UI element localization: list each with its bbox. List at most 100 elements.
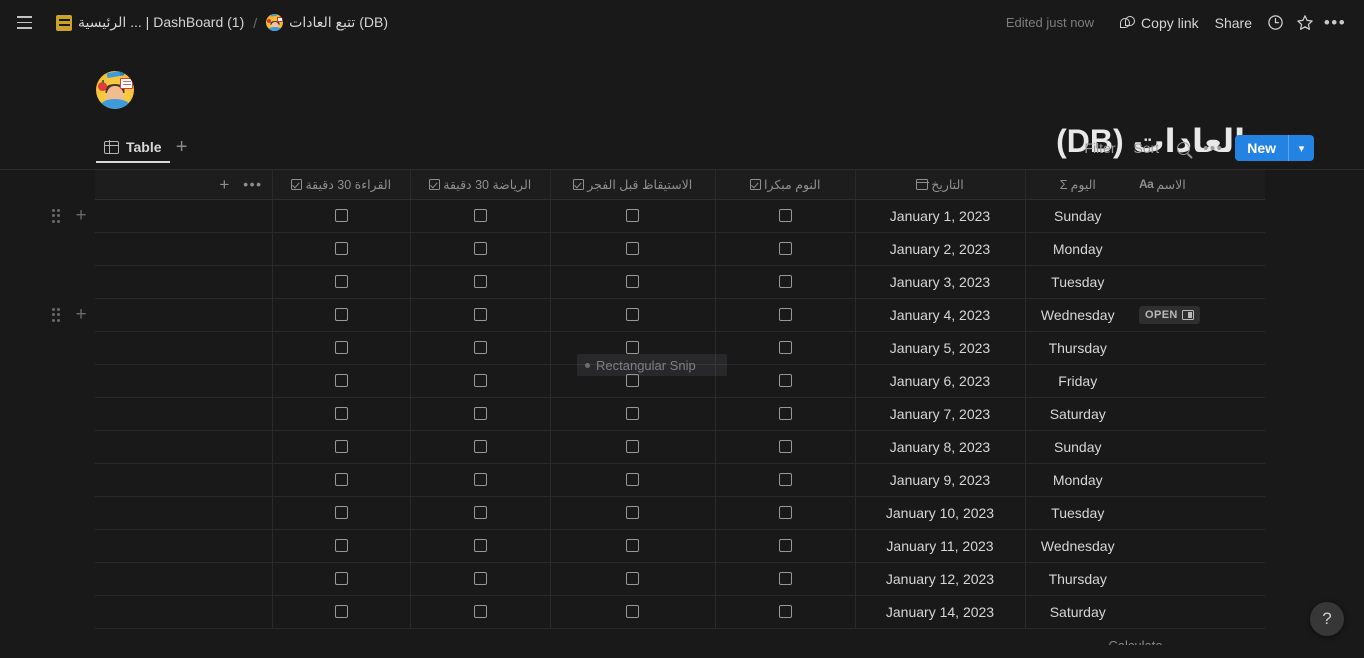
cell-wake[interactable] <box>550 430 715 463</box>
column-header-date[interactable]: التاريخ <box>855 170 1025 199</box>
cell-date[interactable]: January 9, 2023 <box>855 463 1025 496</box>
table-row[interactable]: SundayJanuary 1, 2023 <box>95 199 1265 232</box>
cell-sport[interactable] <box>410 298 550 331</box>
edited-status[interactable]: Edited just now <box>1000 12 1100 33</box>
cell-reading[interactable] <box>272 199 410 232</box>
cell-sleep[interactable] <box>715 430 855 463</box>
table-row[interactable]: ThursdayJanuary 5, 2023 <box>95 331 1265 364</box>
cell-wake[interactable] <box>550 265 715 298</box>
cell-name[interactable] <box>1130 265 1265 298</box>
cell-reading[interactable] <box>272 529 410 562</box>
cell-sleep[interactable] <box>715 529 855 562</box>
cell-reading[interactable] <box>272 595 410 628</box>
cell-wake[interactable] <box>550 529 715 562</box>
checkbox-wake[interactable] <box>626 506 639 519</box>
cell-date[interactable]: January 14, 2023 <box>855 595 1025 628</box>
cell-day[interactable]: Sunday <box>1025 430 1130 463</box>
cell-day[interactable]: Wednesday <box>1025 298 1130 331</box>
table-row[interactable]: SaturdayJanuary 14, 2023 <box>95 595 1265 628</box>
cell-date[interactable]: January 1, 2023 <box>855 199 1025 232</box>
chevron-down-icon[interactable]: ▾ <box>1288 135 1314 161</box>
star-icon[interactable] <box>1290 9 1320 37</box>
checkbox-reading[interactable] <box>335 539 348 552</box>
breadcrumb-item-dashboard[interactable]: الرئيسية ... | DashBoard (1) <box>50 11 250 34</box>
checkbox-wake[interactable] <box>626 407 639 420</box>
cell-sport[interactable] <box>410 397 550 430</box>
open-row-button[interactable]: OPEN <box>1139 306 1200 324</box>
checkbox-wake[interactable] <box>626 572 639 585</box>
cell-day[interactable]: Saturday <box>1025 397 1130 430</box>
checkbox-reading[interactable] <box>335 407 348 420</box>
cell-date[interactable]: January 5, 2023 <box>855 331 1025 364</box>
table-row[interactable]: OPENWednesdayJanuary 4, 2023 <box>95 298 1265 331</box>
checkbox-sleep[interactable] <box>779 440 792 453</box>
cell-day[interactable]: Friday <box>1025 364 1130 397</box>
cell-date[interactable]: January 11, 2023 <box>855 529 1025 562</box>
checkbox-reading[interactable] <box>335 242 348 255</box>
cell-sleep[interactable] <box>715 496 855 529</box>
view-more-icon[interactable]: ••• <box>1199 135 1227 161</box>
cell-sport[interactable] <box>410 364 550 397</box>
copy-link-button[interactable]: Copy link <box>1112 11 1207 35</box>
column-header-name[interactable]: الاسم Aa <box>1130 170 1265 199</box>
checkbox-reading[interactable] <box>335 308 348 321</box>
cell-name[interactable] <box>1130 496 1265 529</box>
help-button[interactable]: ? <box>1310 602 1344 636</box>
cell-day[interactable]: Tuesday <box>1025 496 1130 529</box>
checkbox-sport[interactable] <box>474 605 487 618</box>
cell-sport[interactable] <box>410 562 550 595</box>
cell-day[interactable]: Thursday <box>1025 562 1130 595</box>
cell-day[interactable]: Wednesday <box>1025 529 1130 562</box>
checkbox-sleep[interactable] <box>779 374 792 387</box>
checkbox-wake[interactable] <box>626 308 639 321</box>
filter-button[interactable]: Filter <box>1076 136 1123 160</box>
clock-icon[interactable] <box>1260 9 1290 37</box>
add-column-icon[interactable]: + <box>219 176 229 193</box>
checkbox-reading[interactable] <box>335 506 348 519</box>
cell-name[interactable] <box>1130 595 1265 628</box>
checkbox-sport[interactable] <box>474 473 487 486</box>
tab-table[interactable]: Table <box>96 139 170 163</box>
table-row[interactable]: WednesdayJanuary 11, 2023 <box>95 529 1265 562</box>
checkbox-sleep[interactable] <box>779 506 792 519</box>
column-header-wake[interactable]: الاستيقاظ قبل الفجر <box>550 170 715 199</box>
checkbox-reading[interactable] <box>335 572 348 585</box>
cell-reading[interactable] <box>272 562 410 595</box>
cell-wake[interactable] <box>550 232 715 265</box>
checkbox-wake[interactable] <box>626 440 639 453</box>
checkbox-wake[interactable] <box>626 539 639 552</box>
cell-reading[interactable] <box>272 265 410 298</box>
share-button[interactable]: Share <box>1207 11 1260 35</box>
cell-reading[interactable] <box>272 463 410 496</box>
cell-reading[interactable] <box>272 364 410 397</box>
add-view-button[interactable]: + <box>170 135 194 159</box>
cell-name[interactable] <box>1130 529 1265 562</box>
table-row[interactable]: MondayJanuary 9, 2023 <box>95 463 1265 496</box>
cell-name[interactable]: OPEN <box>1130 298 1265 331</box>
cell-name[interactable] <box>1130 397 1265 430</box>
cell-wake[interactable] <box>550 463 715 496</box>
cell-sleep[interactable] <box>715 595 855 628</box>
cell-sleep[interactable] <box>715 232 855 265</box>
cell-name[interactable] <box>1130 364 1265 397</box>
checkbox-sport[interactable] <box>474 407 487 420</box>
checkbox-sleep[interactable] <box>779 242 792 255</box>
cell-wake[interactable] <box>550 364 715 397</box>
checkbox-sport[interactable] <box>474 539 487 552</box>
cell-sleep[interactable] <box>715 265 855 298</box>
add-row-button[interactable]: + <box>71 206 91 226</box>
checkbox-reading[interactable] <box>335 275 348 288</box>
cell-sport[interactable] <box>410 232 550 265</box>
cell-sleep[interactable] <box>715 199 855 232</box>
checkbox-sport[interactable] <box>474 242 487 255</box>
table-more-icon[interactable]: ••• <box>243 177 262 191</box>
table-row[interactable]: MondayJanuary 2, 2023 <box>95 232 1265 265</box>
cell-sport[interactable] <box>410 331 550 364</box>
checkbox-reading[interactable] <box>335 209 348 222</box>
checkbox-sleep[interactable] <box>779 209 792 222</box>
cell-sport[interactable] <box>410 265 550 298</box>
checkbox-sport[interactable] <box>474 341 487 354</box>
table-row[interactable]: SaturdayJanuary 7, 2023 <box>95 397 1265 430</box>
hamburger-icon[interactable] <box>10 9 38 37</box>
cell-name[interactable] <box>1130 232 1265 265</box>
